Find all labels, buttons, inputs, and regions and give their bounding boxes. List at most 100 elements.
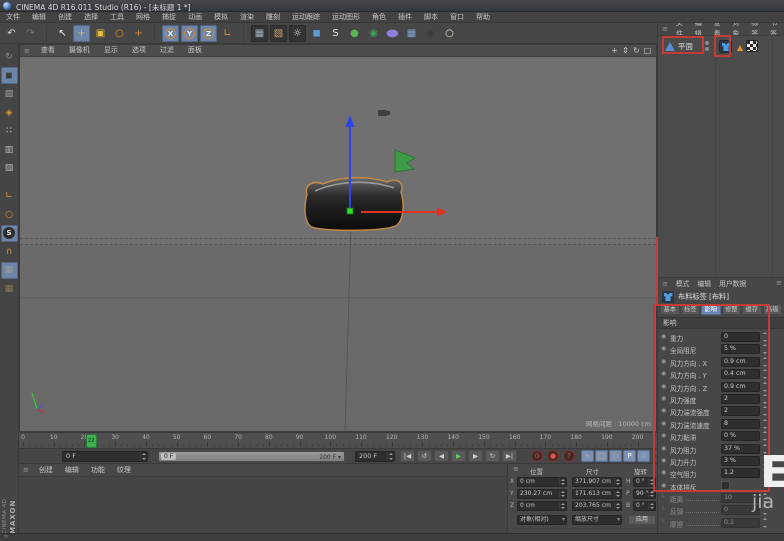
menu-item[interactable]: 运动跟踪 (286, 12, 326, 23)
render-to-picture-icon[interactable]: ▧ (270, 24, 287, 42)
anim-dot[interactable]: ◉ (661, 395, 666, 402)
object-origin-handle[interactable] (346, 207, 354, 215)
object-manager-menu-item[interactable]: 标签 (747, 23, 766, 35)
spinner[interactable] (559, 478, 566, 486)
move-tool-icon[interactable]: + (73, 24, 90, 42)
visibility-dot-editor[interactable] (705, 41, 709, 45)
spinner[interactable] (559, 502, 566, 510)
panel-icon[interactable]: ≡ (658, 280, 672, 288)
attribute-value-field[interactable]: 37 % (721, 443, 760, 454)
lock-workplane-icon[interactable]: ▦ (1, 280, 18, 297)
attribute-value-field[interactable]: 0.9 cm (721, 356, 760, 367)
position-y-field[interactable]: 230.27 cm (517, 489, 567, 499)
make-editable-icon[interactable]: ↻ (1, 49, 18, 66)
axis-mode-icon[interactable]: ∟ (1, 188, 18, 205)
anim-dot[interactable]: ◉ (661, 445, 666, 452)
attribute-value-field[interactable]: 0.4 cm (721, 369, 760, 380)
snap-icon[interactable]: S (0, 224, 18, 242)
pan-view-icon[interactable]: + (609, 45, 620, 56)
spinner[interactable] (762, 332, 769, 342)
menu-item[interactable]: 运动图形 (326, 12, 366, 23)
attribute-menu-item[interactable]: 用户数据 (715, 279, 750, 290)
workplane-snap-icon[interactable]: ▦ (0, 261, 18, 279)
menu-item[interactable]: 工具 (104, 12, 130, 23)
rotate-view-icon[interactable]: ↻ (631, 45, 642, 56)
tab-修整[interactable]: 修整 (721, 304, 741, 315)
end-frame-field[interactable]: 200 F (355, 450, 395, 462)
edges-mode-icon[interactable]: ▥ (1, 141, 18, 158)
object-name[interactable]: 平面 (678, 41, 693, 52)
material-list-empty[interactable] (19, 476, 507, 533)
anim-dot[interactable]: ◉ (661, 469, 666, 476)
timeline-ruler[interactable]: 0 10 20 30 40 50 60 70 80 90 100 110 120 130 140 150 160… (19, 432, 657, 449)
tab-基本[interactable]: 基本 (660, 304, 680, 315)
spinner[interactable] (614, 502, 621, 510)
tab-影响[interactable]: 影响 (701, 304, 721, 315)
spinner[interactable] (140, 451, 147, 461)
object-manager-menu-item[interactable]: 文件 (672, 23, 691, 35)
menu-item[interactable]: 渲染 (234, 12, 260, 23)
range-slider-knob[interactable]: 0 F (161, 453, 177, 460)
polygons-mode-icon[interactable]: ▧ (1, 160, 18, 177)
spinner[interactable] (762, 344, 769, 355)
anim-dot[interactable]: ◉ (661, 482, 666, 489)
size-x-field[interactable]: 371.907 cm (572, 477, 622, 487)
panel-icon[interactable]: ≡ (658, 25, 672, 33)
viewport-menu-item[interactable]: 显示 (97, 45, 125, 56)
spinner[interactable] (387, 451, 394, 461)
viewport-menu-item[interactable]: 过滤 (153, 45, 181, 56)
menu-item[interactable]: 选择 (78, 12, 104, 23)
size-y-field[interactable]: 171.613 cm (572, 489, 622, 499)
attribute-value-field[interactable]: 2 (721, 393, 760, 404)
attribute-value-field[interactable]: 0.1 (721, 517, 760, 528)
camera-icon[interactable]: ◉ (422, 25, 439, 42)
undo-icon[interactable]: ↶ (3, 25, 20, 42)
panel-icon[interactable]: ≡ (20, 47, 34, 55)
anim-dot[interactable]: ◉ (661, 457, 666, 464)
magnet-snap-icon[interactable]: ∩ (1, 243, 18, 260)
spinner[interactable] (762, 431, 769, 442)
timeline-range-slider[interactable]: 0 F 200 F ▾ (158, 450, 345, 462)
model-mode-icon[interactable]: ◼ (0, 67, 18, 84)
menu-item[interactable]: 模拟 (208, 12, 234, 23)
attribute-checkbox[interactable] (721, 480, 730, 490)
rotate-tool-icon[interactable]: ○ (111, 25, 128, 42)
menu-item[interactable]: 角色 (366, 12, 392, 23)
menu-item[interactable]: 编辑 (26, 12, 52, 23)
texture-tag-icon[interactable] (746, 40, 758, 52)
record-keyframe-button[interactable]: ⊙ (531, 450, 543, 462)
object-manager-menu-item[interactable]: 编辑 (691, 23, 710, 35)
spinner[interactable] (762, 406, 769, 417)
viewport-canvas[interactable]: 网格间距 : 10000 cm (20, 57, 656, 431)
position-x-field[interactable]: 0 cm (517, 477, 567, 487)
environment-icon[interactable]: ● (384, 25, 401, 42)
render-view-icon[interactable]: ▦ (251, 24, 268, 42)
go-to-start-button[interactable]: |◀ (400, 450, 415, 462)
keyframe-selection-button[interactable]: ? (563, 450, 575, 462)
autokey-button[interactable]: ● (547, 450, 559, 462)
anim-dot[interactable]: ◉ (661, 432, 666, 439)
array-icon[interactable]: ▦ (403, 25, 420, 42)
material-menu-item[interactable]: 编辑 (59, 465, 85, 476)
toggle-view-icon[interactable]: □ (642, 45, 653, 56)
viewport-menu-item[interactable]: 面板 (181, 45, 209, 56)
spinner[interactable] (762, 393, 769, 404)
playhead-marker[interactable]: 22 (85, 434, 97, 448)
attribute-value-field[interactable]: 5 % (721, 344, 760, 355)
go-to-end-button[interactable]: ▶| (502, 450, 517, 462)
spinner[interactable] (762, 381, 769, 392)
indent-icon[interactable]: └ (661, 519, 665, 526)
object-manager-menu-item[interactable]: 查看 (710, 23, 729, 35)
object-manager-menu-item[interactable]: 对象 (728, 23, 747, 35)
material-menu-item[interactable]: 纹理 (111, 465, 137, 476)
anim-dot[interactable]: ◉ (661, 420, 666, 427)
spinner[interactable] (648, 478, 655, 486)
panel-icon[interactable]: ≡ (19, 466, 33, 474)
tab-缓存[interactable]: 缓存 (742, 304, 762, 315)
apply-button[interactable]: 应用 (628, 515, 656, 525)
visibility-dot-render[interactable] (705, 47, 709, 51)
viewport[interactable]: ≡ 查看摄像机显示选项过滤面板 +⇕↻□ 透视视图 (19, 44, 657, 432)
record-parameter-toggle[interactable]: P (623, 450, 636, 462)
tab-高级[interactable]: 高级 (762, 304, 782, 315)
anim-dot[interactable]: ◉ (661, 333, 666, 340)
